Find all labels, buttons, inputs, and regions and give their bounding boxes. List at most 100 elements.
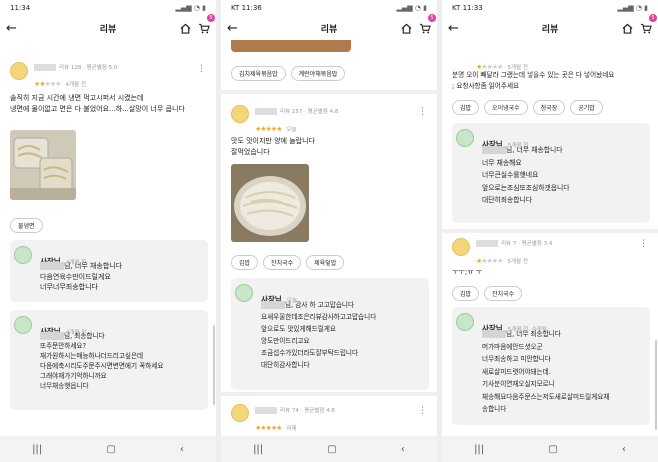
review-text: ㅜㅜ;ㅠ ㅜ (452, 268, 483, 276)
cart-button[interactable]: 5 (419, 13, 436, 38)
review-meta: 리뷰 257 · 평균별점 4.8 (280, 109, 339, 115)
menu-chip[interactable]: 잔치국수 (484, 286, 523, 301)
reply-text: 님, 너무 죄송합니다 머가마음에안드셧오군 너무죄송하고 미안합니다 새로살미… (482, 330, 610, 413)
home-nav-icon[interactable]: ▢ (106, 444, 115, 455)
app-bar: ← 리뷰 5 (442, 13, 658, 40)
divider (442, 229, 658, 233)
menu-chip[interactable]: 오이냉국수 (484, 100, 528, 115)
menu-chip[interactable]: 김밥 (452, 286, 480, 301)
system-nav-bar: ||| ▢ ‹ (442, 436, 658, 462)
owner-avatar (456, 313, 474, 331)
home-nav-icon[interactable]: ▢ (327, 444, 336, 455)
owner-reply: 사장님 5개월 전, 수정됨 님, 너무 죄송합니다 머가마음에안드셧오군 너무… (452, 307, 650, 425)
back-nav-icon[interactable]: ‹ (180, 444, 184, 455)
review-date: 4개월 전 (65, 82, 86, 88)
review-text: 분명 오이 빼달라 그랬는데 넣을수 있는 곳은 다 넣어놨네요 ; 요청사항좀… (452, 71, 615, 90)
food-photo-image (10, 130, 76, 200)
masked-nickname (482, 146, 506, 154)
scrollbar[interactable] (655, 340, 657, 430)
back-nav-icon[interactable]: ‹ (622, 444, 626, 455)
review-list[interactable]: 김치제육볶음밥 계란야채볶음밥 리뷰 257 · 평균별점 4.8 ★★★★★ … (221, 40, 437, 436)
more-vert-icon[interactable]: ⋮ (418, 406, 427, 416)
recent-apps-icon[interactable]: ||| (32, 444, 42, 455)
review-date: 오늘 (286, 127, 297, 133)
back-nav-icon[interactable]: ‹ (401, 444, 405, 455)
menu-chips: 김밥 잔치국수 (452, 286, 523, 301)
more-vert-icon[interactable]: ⋮ (418, 107, 427, 117)
star-rating: ★★★★★ (476, 257, 503, 265)
menu-chip[interactable]: 김밥 (452, 100, 480, 115)
cart-icon (198, 23, 210, 33)
back-arrow-icon[interactable]: ← (6, 21, 22, 36)
reply-text: 님, 너무 채송합니다 너무 채송해요 너무큰실수를햇네요 앞으로는조심또조심하… (482, 146, 570, 204)
food-photo-image (231, 164, 309, 242)
app-bar: ← 리뷰 5 (221, 13, 437, 40)
system-nav-bar: ||| ▢ ‹ (0, 436, 216, 462)
menu-chips: 김밥 오이냉국수 청국장 공기밥 (452, 100, 603, 115)
menu-chips: 물냉면 (10, 218, 43, 233)
menu-chip[interactable]: 물냉면 (10, 218, 43, 233)
owner-avatar (235, 284, 253, 302)
more-vert-icon[interactable]: ⋮ (639, 239, 648, 249)
status-bar: KT 11:36 ▂▄▆ ◔ ▮ (221, 0, 437, 16)
review-text: 솔직히 지금 시간에 냉면 먹고시퍼서 시켰는데 냉면에 물이없고 면은 다 불… (10, 94, 185, 113)
menu-chip[interactable]: 공기밥 (570, 100, 603, 115)
avatar (452, 238, 470, 256)
owner-avatar (456, 129, 474, 147)
review-list[interactable]: ★★★★★ 5개월 전 분명 오이 빼달라 그랬는데 넣을수 있는 곳은 다 넣… (442, 40, 658, 436)
carrier: KT (231, 4, 240, 12)
star-rating: ★★★★★ (255, 125, 282, 133)
app-bar: ← 리뷰 5 (0, 13, 216, 40)
home-icon[interactable] (180, 23, 191, 34)
owner-reply: 사장님 오늘 님, 감사 하 고고맙습니다 요새우울한데조은리뷰감사하고고맙습니… (231, 278, 429, 390)
avatar (231, 404, 249, 422)
prev-review-photo (231, 40, 351, 52)
owner-reply: 사장님 5개월 전 님, 너무 채송합니다 너무 채송해요 너무큰실수를햇네요 … (452, 123, 650, 223)
status-bar: KT 11:33 ▂▄▆ ◔ ▮ (442, 0, 658, 16)
cart-button[interactable]: 5 (198, 13, 215, 38)
phone-screen-3: KT 11:33 ▂▄▆ ◔ ▮ ← 리뷰 5 ★★★★★ 5개월 전 분명 오… (442, 0, 658, 462)
owner-reply: 사장님 4개월 전 님, 죄송합니다 또주문안하세요? 재가원하시는매능하나더드… (10, 310, 208, 410)
more-vert-icon[interactable]: ⋮ (197, 64, 206, 74)
reviewer-nickname (34, 64, 56, 71)
cart-badge: 5 (428, 13, 436, 22)
recent-apps-icon[interactable]: ||| (253, 444, 263, 455)
home-nav-icon[interactable]: ▢ (548, 444, 557, 455)
menu-chips: 김치제육볶음밥 계란야채볶음밥 (231, 66, 346, 81)
reviewer-nickname (476, 240, 498, 247)
cart-badge: 5 (649, 13, 657, 22)
avatar (10, 62, 28, 80)
cart-badge: 5 (207, 13, 215, 22)
review-photo[interactable] (10, 130, 76, 200)
scrollbar[interactable] (213, 325, 215, 405)
divider (221, 392, 437, 396)
phone-screen-2: KT 11:36 ▂▄▆ ◔ ▮ ← 리뷰 5 김치제육볶음밥 계란야채볶음밥 … (221, 0, 437, 462)
recent-apps-icon[interactable]: ||| (474, 444, 484, 455)
menu-chip[interactable]: 제육덮밥 (306, 255, 345, 270)
reviewer-nickname (255, 407, 277, 414)
cart-icon (640, 23, 652, 33)
review-photo[interactable] (231, 164, 309, 242)
owner-reply: 사장님 4개월 전 님, 너무 채송합니다 다음연육수만이드릴게요 너무너무죄송… (10, 240, 208, 302)
menu-chip[interactable]: 김치제육볶음밥 (231, 66, 286, 81)
menu-chip[interactable]: 청국장 (532, 100, 566, 115)
carrier: KT (452, 4, 461, 12)
back-arrow-icon[interactable]: ← (227, 21, 243, 36)
review-rating: ★★★★★ 4개월 전 (34, 71, 86, 90)
home-icon[interactable] (401, 23, 412, 34)
back-arrow-icon[interactable]: ← (448, 21, 464, 36)
masked-nickname (40, 332, 64, 340)
menu-chip[interactable]: 김밥 (231, 255, 259, 270)
menu-chip[interactable]: 잔치국수 (263, 255, 302, 270)
menu-chips: 김밥 잔치국수 제육덮밥 (231, 255, 345, 270)
review-list[interactable]: 리뷰 128 · 평균별점 5.0 ★★★★★ 4개월 전 ⋮ 솔직히 지금 시… (0, 40, 216, 436)
review-rating: ★★★★★ 어제 (255, 415, 297, 434)
cart-button[interactable]: 5 (640, 13, 657, 38)
star-rating: ★★★★★ (34, 80, 61, 88)
menu-chip[interactable]: 계란야채볶음밥 (290, 66, 346, 81)
masked-nickname (40, 262, 64, 270)
home-icon[interactable] (622, 23, 633, 34)
review-meta: 리뷰 7 · 평균별점 3.4 (501, 241, 553, 247)
masked-nickname (261, 301, 285, 309)
status-time: 11:36 (241, 4, 262, 12)
